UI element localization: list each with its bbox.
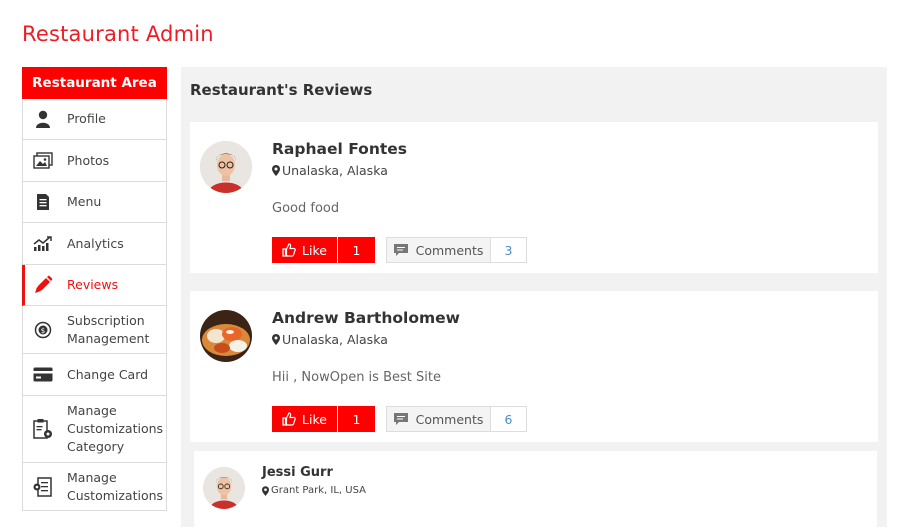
location-text: Grant Park, IL, USA	[271, 485, 366, 496]
sidebar-item-subscription-management[interactable]: $ Subscription Management	[22, 306, 167, 354]
like-label: Like	[302, 242, 327, 258]
map-marker-icon	[262, 485, 269, 496]
sidebar-item-label: Manage Customizations Category	[67, 403, 164, 454]
pen-icon	[33, 275, 53, 295]
reviewer-location: Unalaska, Alaska	[272, 163, 388, 178]
reviewer-name: Andrew Bartholomew	[272, 309, 460, 327]
like-button[interactable]: Like 1	[272, 237, 375, 263]
comments-count: 6	[504, 411, 513, 427]
map-marker-icon	[272, 165, 280, 176]
panel-title: Restaurant's Reviews	[190, 81, 373, 99]
sidebar-item-label: Photos	[67, 152, 110, 168]
avatar	[200, 141, 252, 193]
location-text: Unalaska, Alaska	[282, 163, 388, 178]
comments-label: Comments	[415, 242, 484, 258]
avatar	[200, 310, 252, 362]
photos-icon	[33, 151, 53, 171]
comments-button[interactable]: Comments 6	[386, 406, 527, 432]
analytics-icon	[33, 234, 53, 254]
reviewer-location: Unalaska, Alaska	[272, 332, 388, 347]
user-icon	[33, 109, 53, 129]
card-icon	[33, 365, 53, 385]
review-text: Hii , NowOpen is Best Site	[272, 370, 441, 385]
sidebar-item-label: Analytics	[67, 235, 124, 251]
sidebar-item-photos[interactable]: Photos	[22, 140, 167, 182]
comments-count: 3	[504, 242, 513, 258]
comment-icon	[393, 413, 408, 425]
sidebar-item-change-card[interactable]: Change Card	[22, 354, 167, 396]
reviewer-name: Raphael Fontes	[272, 140, 407, 158]
svg-text:$: $	[41, 327, 45, 335]
like-button[interactable]: Like 1	[272, 406, 375, 432]
sidebar-item-menu[interactable]: Menu	[22, 182, 167, 223]
avatar	[203, 467, 245, 509]
reply-card: Jessi Gurr Grant Park, IL, USA	[194, 451, 877, 531]
comments-button[interactable]: Comments 3	[386, 237, 527, 263]
sidebar-item-label: Manage Customizations	[67, 469, 164, 503]
sidebar-header: Restaurant Area	[22, 67, 167, 99]
like-label: Like	[302, 411, 327, 427]
reviewer-location: Grant Park, IL, USA	[262, 485, 366, 496]
menu-doc-icon	[33, 192, 53, 212]
location-text: Unalaska, Alaska	[282, 332, 388, 347]
sidebar-item-manage-customizations-category[interactable]: Manage Customizations Category	[22, 396, 167, 463]
sidebar-item-label: Menu	[67, 194, 102, 209]
reviews-panel: Restaurant's Reviews Raphael Fontes Unal…	[181, 67, 887, 531]
sidebar-item-label: Subscription Management	[67, 312, 150, 346]
clipboard-gear-icon	[33, 419, 53, 439]
list-gear-icon	[33, 476, 53, 497]
like-count: 1	[352, 411, 361, 427]
review-card: Raphael Fontes Unalaska, Alaska Good foo…	[190, 122, 878, 273]
sidebar-item-reviews[interactable]: Reviews	[22, 265, 167, 306]
comment-icon	[393, 244, 408, 256]
sidebar-item-label: Change Card	[67, 366, 149, 382]
page-title: Restaurant Admin	[22, 22, 214, 46]
review-card: Andrew Bartholomew Unalaska, Alaska Hii …	[190, 291, 878, 442]
sidebar: Restaurant Area Profile Photos Menu Anal…	[22, 67, 167, 511]
reviewer-name: Jessi Gurr	[262, 465, 333, 480]
sidebar-item-analytics[interactable]: Analytics	[22, 223, 167, 265]
map-marker-icon	[272, 334, 280, 345]
sidebar-item-manage-customizations[interactable]: Manage Customizations	[22, 463, 167, 511]
thumbs-up-icon	[282, 243, 296, 257]
thumbs-up-icon	[282, 412, 296, 426]
sidebar-item-label: Profile	[67, 111, 106, 126]
sidebar-item-profile[interactable]: Profile	[22, 99, 167, 140]
sidebar-item-label: Reviews	[67, 277, 119, 292]
like-count: 1	[352, 242, 361, 258]
comments-label: Comments	[415, 411, 484, 427]
review-text: Good food	[272, 201, 340, 216]
subscription-icon: $	[33, 320, 53, 340]
